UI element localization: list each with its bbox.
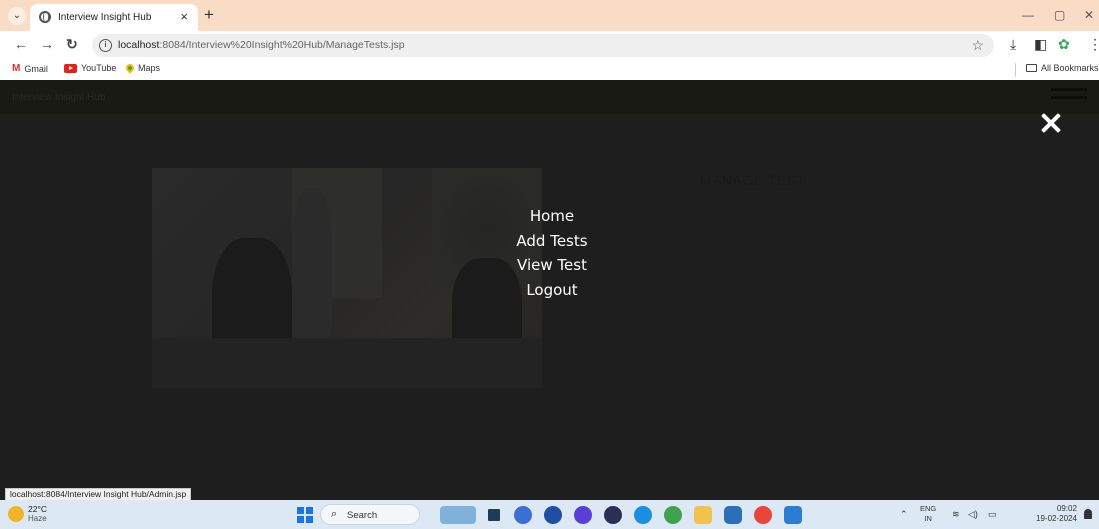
- taskbar-search[interactable]: ⌕ Search: [320, 504, 420, 525]
- page-content: Interview Insight Hub MANAGE TEST Home A…: [0, 80, 1099, 500]
- search-icon: ⌕: [331, 508, 338, 520]
- app-icon[interactable]: [544, 506, 562, 524]
- tray-expand-icon[interactable]: ⌃: [900, 509, 908, 520]
- word-icon[interactable]: [784, 506, 802, 524]
- file-explorer-icon[interactable]: [694, 506, 712, 524]
- tab-search-chevron-icon[interactable]: ⌄: [8, 7, 26, 25]
- reload-icon[interactable]: ↻: [66, 36, 78, 53]
- task-view-icon[interactable]: [488, 509, 500, 521]
- bookmark-youtube[interactable]: YouTube: [64, 63, 116, 73]
- site-header: Interview Insight Hub: [0, 80, 1099, 114]
- browser-tab[interactable]: Interview Insight Hub ×: [30, 4, 198, 31]
- windows-start-icon[interactable]: [297, 507, 313, 523]
- browser-tab-strip: ⌄ Interview Insight Hub × + — ▢ ✕: [0, 0, 1099, 31]
- overlay-nav-menu: Home Add Tests View Test Logout: [452, 204, 652, 302]
- search-label: Search: [347, 510, 378, 521]
- bookmark-maps[interactable]: Maps: [124, 62, 161, 74]
- back-arrow-icon[interactable]: ←: [14, 36, 28, 52]
- menu-item-view-test[interactable]: View Test: [452, 253, 652, 278]
- windows-taskbar: 22°C Haze ⌕ Search ⌃ ENG IN ≋ ◁) ▭ 09:02…: [0, 500, 1099, 529]
- close-menu-icon[interactable]: [1038, 110, 1064, 136]
- search-app-icon[interactable]: [574, 506, 592, 524]
- site-brand[interactable]: Interview Insight Hub: [12, 92, 105, 103]
- weather-temperature[interactable]: 22°C: [28, 504, 47, 514]
- edge-icon[interactable]: [634, 506, 652, 524]
- lang-code: ENG: [920, 504, 937, 513]
- bookmark-gmail[interactable]: M Gmail: [12, 63, 48, 74]
- battery-icon[interactable]: ▭: [988, 509, 997, 520]
- side-panel-icon[interactable]: ◧: [1034, 36, 1047, 53]
- more-menu-icon[interactable]: ⋮: [1088, 36, 1099, 53]
- clock-date: 19-02-2024: [1036, 514, 1077, 523]
- folder-icon: [1026, 64, 1037, 72]
- system-clock[interactable]: 09:02 19-02-2024: [1036, 504, 1077, 524]
- menu-item-home[interactable]: Home: [452, 204, 652, 229]
- weather-sun-icon[interactable]: [8, 506, 24, 522]
- all-bookmarks-button[interactable]: All Bookmarks: [1026, 63, 1099, 73]
- tab-close-icon[interactable]: ×: [180, 9, 188, 24]
- photo-person: [292, 188, 332, 338]
- url-text[interactable]: localhost:8084/Interview%20Insight%20Hub…: [118, 39, 405, 51]
- menu-item-logout[interactable]: Logout: [452, 278, 652, 303]
- wifi-icon[interactable]: ≋: [952, 509, 960, 520]
- notification-bell-icon[interactable]: [1084, 509, 1092, 519]
- chrome-icon[interactable]: [754, 506, 772, 524]
- region-code: IN: [924, 514, 932, 523]
- bookmark-star-icon[interactable]: ☆: [971, 37, 984, 54]
- download-icon[interactable]: ⤓: [1010, 36, 1016, 53]
- extension-icon[interactable]: ✿: [1058, 36, 1070, 53]
- window-close-icon[interactable]: ✕: [1084, 8, 1094, 22]
- bookmark-label: Maps: [138, 63, 161, 73]
- widgets-icon[interactable]: [440, 506, 476, 524]
- site-info-icon[interactable]: i: [99, 39, 112, 52]
- new-tab-button[interactable]: +: [204, 5, 214, 25]
- tab-title: Interview Insight Hub: [58, 12, 152, 23]
- minimize-icon[interactable]: —: [1022, 8, 1034, 22]
- hamburger-menu-icon[interactable]: [1051, 88, 1087, 106]
- bookmark-label: YouTube: [81, 63, 117, 73]
- clock-time: 09:02: [1056, 504, 1077, 513]
- volume-icon[interactable]: ◁): [968, 509, 978, 520]
- browser-toolbar: ← → ↻ i localhost:8084/Interview%20Insig…: [0, 31, 1099, 60]
- address-bar[interactable]: i localhost:8084/Interview%20Insight%20H…: [92, 34, 994, 57]
- maps-icon: [124, 62, 136, 74]
- youtube-icon: [64, 63, 77, 73]
- language-indicator[interactable]: ENG IN: [920, 504, 936, 524]
- page-title: MANAGE TEST: [700, 172, 806, 188]
- app-icon[interactable]: [664, 506, 682, 524]
- menu-item-add-tests[interactable]: Add Tests: [452, 229, 652, 254]
- photo-table: [152, 338, 542, 388]
- forward-arrow-icon[interactable]: →: [40, 36, 54, 52]
- globe-icon: [39, 11, 51, 23]
- bookmarks-bar: M Gmail YouTube Maps All Bookmarks: [0, 60, 1099, 80]
- bookmark-label: Gmail: [24, 63, 48, 74]
- weather-condition[interactable]: Haze: [28, 514, 47, 523]
- meet-icon[interactable]: [514, 506, 532, 524]
- gmail-icon: M: [12, 63, 21, 74]
- restore-icon[interactable]: ▢: [1054, 8, 1065, 22]
- app-icon[interactable]: [604, 506, 622, 524]
- store-icon[interactable]: [724, 506, 742, 524]
- all-bookmarks-label: All Bookmarks: [1041, 63, 1099, 73]
- bookmarks-divider: [1015, 63, 1016, 77]
